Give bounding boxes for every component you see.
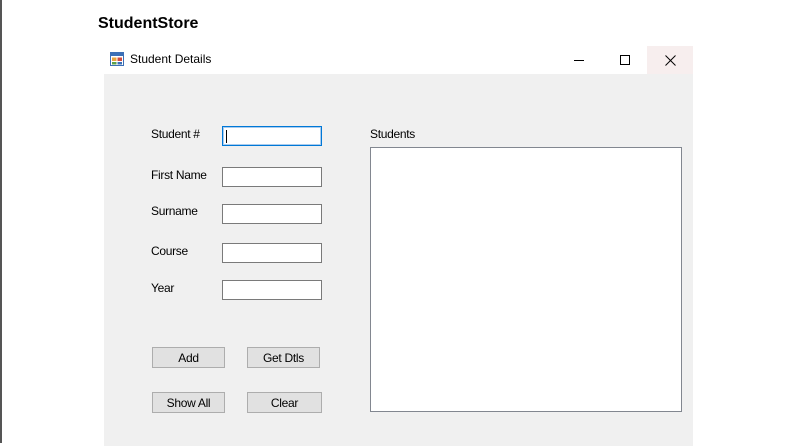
student-details-window: Student Details Student # First Name Sur… (104, 46, 693, 446)
course-input[interactable] (222, 243, 322, 263)
close-icon (664, 54, 676, 66)
minimize-button[interactable] (556, 46, 602, 74)
left-border-rule (0, 0, 2, 443)
student-number-label: Student # (151, 127, 200, 141)
first-name-input[interactable] (222, 167, 322, 187)
year-input[interactable] (222, 280, 322, 300)
students-label: Students (370, 127, 415, 141)
student-number-input[interactable] (222, 126, 322, 146)
add-button[interactable]: Add (152, 347, 225, 368)
minimize-icon (574, 60, 584, 61)
page-title: StudentStore (98, 15, 199, 32)
maximize-icon (620, 55, 630, 65)
first-name-label: First Name (151, 168, 207, 182)
show-all-button[interactable]: Show All (152, 392, 225, 413)
year-label: Year (151, 281, 175, 295)
course-label: Course (151, 244, 188, 258)
surname-input[interactable] (222, 204, 322, 224)
clear-button[interactable]: Clear (247, 392, 322, 413)
maximize-button[interactable] (602, 46, 648, 74)
close-button[interactable] (647, 46, 693, 74)
window-title: Student Details (130, 52, 212, 66)
window-titlebar[interactable]: Student Details (104, 46, 693, 74)
students-listbox[interactable] (370, 147, 682, 412)
text-caret (226, 130, 227, 143)
surname-label: Surname (151, 204, 198, 218)
winforms-app-icon (110, 52, 124, 66)
get-details-button[interactable]: Get Dtls (247, 347, 320, 368)
